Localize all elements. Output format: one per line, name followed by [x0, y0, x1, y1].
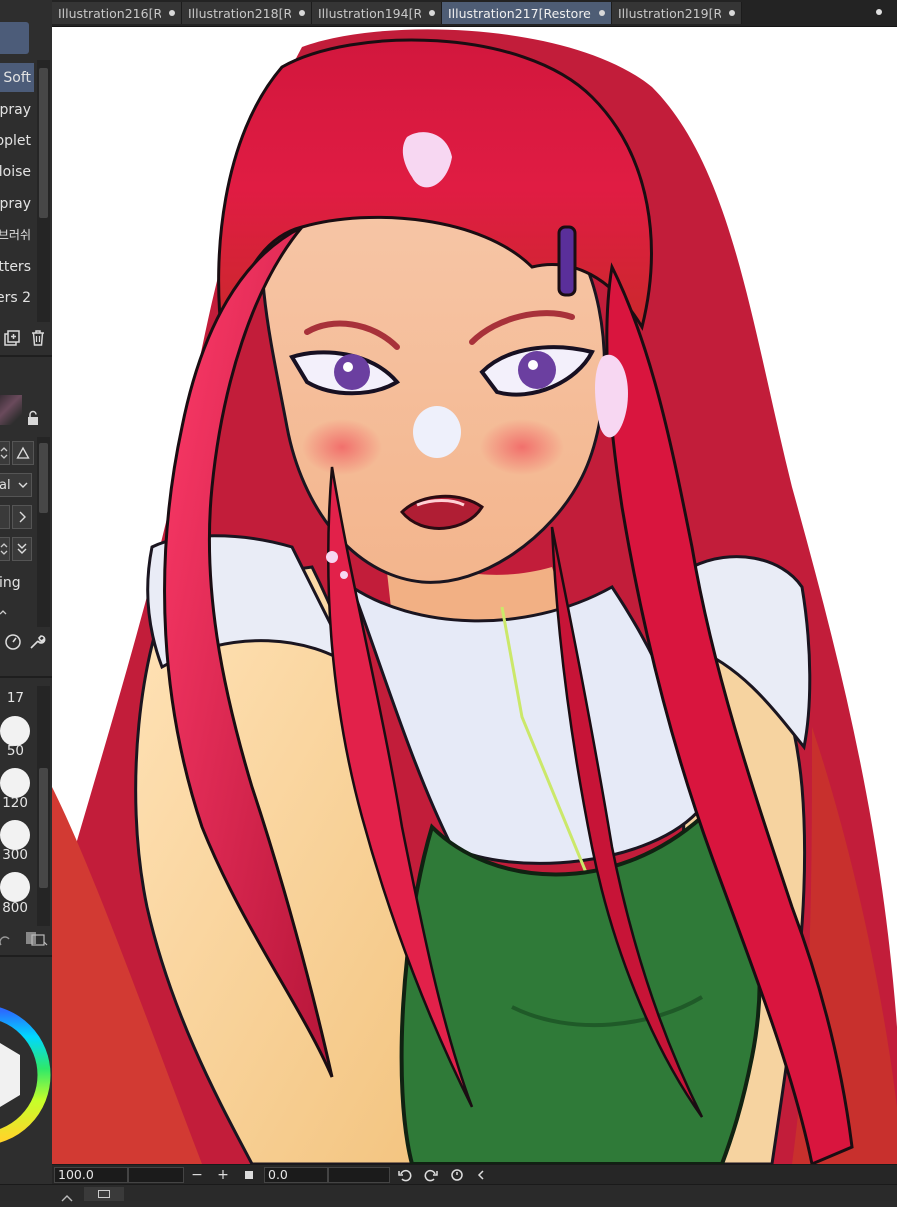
chevron-up-icon[interactable]	[60, 1188, 74, 1202]
chevron-right-icon[interactable]	[12, 505, 32, 529]
tab-illustration217[interactable]: Illustration217[Restore]*	[442, 2, 612, 24]
brush-item[interactable]: pray	[0, 189, 34, 218]
size-scrollbar[interactable]	[37, 686, 50, 926]
tab-label: Illustration194[Re	[318, 5, 421, 21]
tab-illustration219[interactable]: Illustration219[Re	[612, 2, 742, 24]
color-wheel[interactable]	[0, 985, 52, 1165]
tab-close-icon[interactable]	[169, 10, 175, 16]
tab-label: Illustration217[Restore]*	[448, 5, 591, 21]
brush-item-label: Soft	[3, 69, 31, 86]
size-label: 800	[2, 900, 28, 916]
zoom-out-button[interactable]: −	[188, 1166, 206, 1184]
size-label: 300	[2, 847, 28, 863]
size-label: 120	[2, 795, 28, 811]
zoom-slider[interactable]	[128, 1167, 184, 1183]
blend-mode-value: al	[0, 477, 11, 493]
property-label: ing	[0, 575, 21, 591]
size-label: 17	[6, 690, 24, 706]
dial-icon[interactable]	[4, 633, 22, 651]
tab-label: Illustration219[Re	[618, 5, 721, 21]
rotation-value: 0.0	[268, 1167, 288, 1182]
sub-tool-group-button[interactable]	[0, 22, 29, 54]
redo-icon[interactable]	[422, 1166, 440, 1184]
panel-divider	[0, 955, 52, 957]
rotation-field[interactable]: 0.0	[264, 1167, 328, 1183]
tab-close-icon[interactable]	[429, 10, 435, 16]
brush-item-label: pray	[0, 195, 31, 212]
artwork-illustration	[52, 29, 897, 1164]
size-dot[interactable]	[0, 716, 30, 746]
brush-item[interactable]: Soft	[0, 63, 34, 92]
tab-illustration216[interactable]: Illustration216[Re	[52, 2, 182, 24]
drawing-canvas[interactable]	[52, 27, 897, 1164]
brush-item-label: loise	[0, 163, 31, 180]
tab-label: Illustration216[Re	[58, 5, 161, 21]
brush-preview	[0, 395, 22, 425]
wrench-icon[interactable]	[28, 633, 46, 651]
spinner-icon[interactable]	[0, 537, 10, 561]
chevron-down-icon	[18, 482, 28, 488]
size-dot[interactable]	[0, 872, 30, 902]
brush-item[interactable]: pplet	[0, 126, 34, 155]
spinner-icon[interactable]	[0, 608, 10, 628]
value-field[interactable]	[0, 505, 10, 529]
minus-icon: −	[191, 1167, 203, 1183]
document-tab-bar: Illustration216[Re Illustration218[Re Il…	[0, 0, 897, 27]
size-label: 50	[6, 743, 24, 759]
brush-item[interactable]: loise	[0, 157, 34, 186]
size-dot[interactable]	[0, 768, 30, 798]
zoom-in-button[interactable]: +	[214, 1166, 232, 1184]
tab-row: Illustration216[Re Illustration218[Re Il…	[52, 2, 742, 24]
brush-item-label: pplet	[0, 132, 31, 149]
lock-icon[interactable]	[25, 410, 41, 426]
rotation-slider[interactable]	[328, 1167, 390, 1183]
tab-illustration218[interactable]: Illustration218[Re	[182, 2, 312, 24]
triangle-icon[interactable]	[12, 441, 34, 465]
bottom-strip	[0, 1184, 897, 1202]
layer-tab[interactable]	[84, 1187, 124, 1201]
spinner-icon[interactable]	[0, 441, 10, 465]
tab-close-icon[interactable]	[729, 10, 735, 16]
brush-item-label: tters	[0, 258, 31, 275]
square-icon	[245, 1171, 253, 1179]
brush-item[interactable]: 브러쉬	[0, 220, 34, 249]
fit-view-button[interactable]	[240, 1166, 258, 1184]
zoom-value: 100.0	[58, 1167, 94, 1182]
tab-illustration194[interactable]: Illustration194[Re	[312, 2, 442, 24]
blend-mode-select[interactable]: al	[0, 473, 32, 497]
tab-menu-button[interactable]	[870, 4, 888, 20]
scrollbar-thumb[interactable]	[39, 443, 48, 513]
brush-item[interactable]: pray	[0, 95, 34, 124]
brush-item-label: pray	[0, 101, 31, 118]
trash-icon[interactable]	[28, 328, 48, 348]
plus-icon: +	[217, 1167, 229, 1183]
panel-divider	[0, 676, 52, 678]
size-dot[interactable]	[0, 820, 30, 850]
layer-icon	[98, 1190, 110, 1198]
undo-icon[interactable]	[396, 1166, 414, 1184]
brush-item-label: 브러쉬	[0, 228, 31, 242]
brush-item-label: ers 2	[0, 289, 31, 306]
tool-icon[interactable]	[0, 932, 10, 946]
dot-icon	[876, 9, 882, 15]
tab-close-icon[interactable]	[299, 10, 305, 16]
tab-label: Illustration218[Re	[188, 5, 291, 21]
zoom-field[interactable]: 100.0	[54, 1167, 128, 1183]
scrollbar-thumb[interactable]	[39, 68, 48, 218]
navigation-status-bar: 100.0 − + 0.0	[52, 1164, 897, 1185]
reset-icon[interactable]	[448, 1166, 466, 1184]
panel-divider	[0, 355, 52, 357]
left-tool-panel: Soft pray pplet loise pray 브러쉬 tters ers…	[0, 0, 52, 1200]
tab-close-icon[interactable]	[599, 10, 605, 16]
double-chevron-down-icon[interactable]	[12, 537, 32, 561]
scrollbar-thumb[interactable]	[39, 768, 48, 888]
grid-view-icon[interactable]	[24, 930, 48, 948]
brush-item[interactable]: tters	[0, 252, 34, 281]
property-scrollbar[interactable]	[37, 437, 50, 627]
brush-item[interactable]: ers 2	[0, 283, 34, 312]
chevron-left-icon[interactable]	[472, 1166, 490, 1184]
brush-list-scrollbar[interactable]	[37, 60, 50, 322]
add-copy-icon[interactable]	[2, 328, 22, 348]
